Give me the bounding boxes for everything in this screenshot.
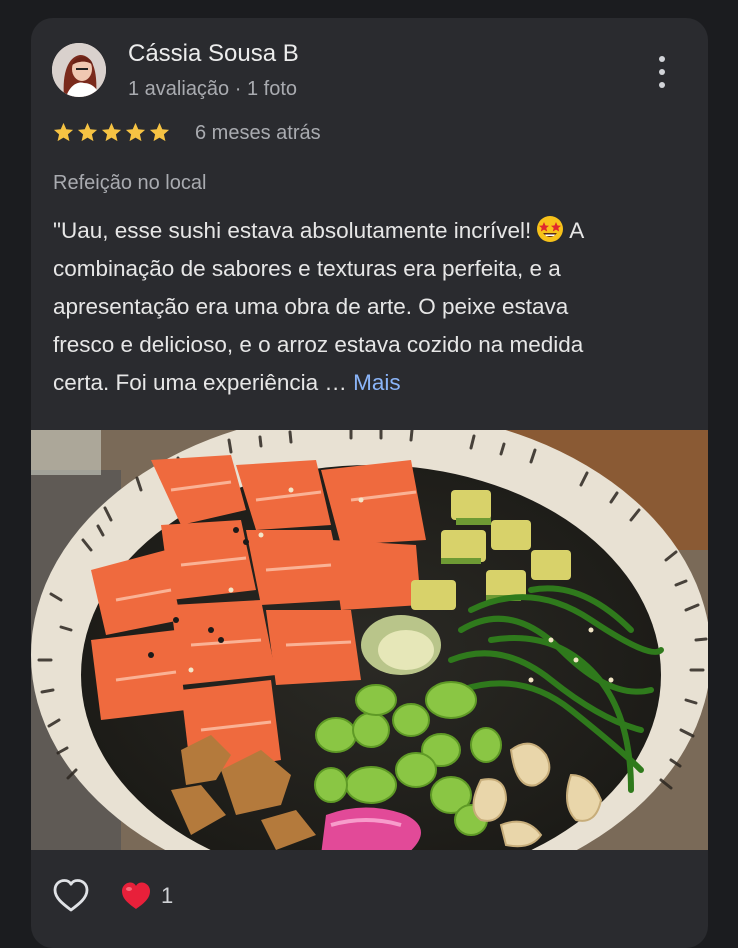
review-category: Refeição no local — [53, 172, 207, 194]
review-date: 6 meses atrás — [195, 122, 321, 144]
star-icon — [149, 122, 170, 142]
review-text-line: certa. Foi uma experiência … — [53, 370, 347, 395]
review-text-line: combinação de sabores e texturas era per… — [53, 256, 561, 281]
rating-stars — [52, 121, 171, 144]
review-text: "Uau, esse sushi estava absolutamente in… — [53, 212, 693, 402]
review-text-line: A — [569, 218, 585, 243]
review-photo[interactable] — [31, 430, 708, 850]
heart-outline-icon[interactable] — [51, 876, 91, 916]
review-actions: 1 — [51, 876, 173, 916]
star-icon — [125, 122, 146, 142]
star-icon — [77, 122, 98, 142]
author-meta: 1 avaliação · 1 foto — [128, 78, 297, 100]
red-heart-icon[interactable] — [119, 879, 153, 913]
reaction-count: 1 — [161, 883, 174, 908]
more-link[interactable]: Mais — [353, 370, 401, 395]
star-struck-emoji-icon — [537, 216, 564, 242]
review-text-line: "Uau, esse sushi estava absolutamente in… — [53, 218, 532, 243]
author-name[interactable]: Cássia Sousa B — [128, 40, 299, 68]
author-avatar[interactable] — [52, 43, 106, 97]
review-card: Cássia Sousa B 1 avaliação · 1 foto 6 me… — [31, 18, 708, 948]
star-icon — [101, 122, 122, 142]
more-options-icon[interactable] — [651, 54, 675, 90]
review-text-line: apresentação era uma obra de arte. O pei… — [53, 294, 569, 319]
review-text-line: fresco e delicioso, e o arroz estava coz… — [53, 332, 584, 357]
star-icon — [53, 122, 74, 142]
